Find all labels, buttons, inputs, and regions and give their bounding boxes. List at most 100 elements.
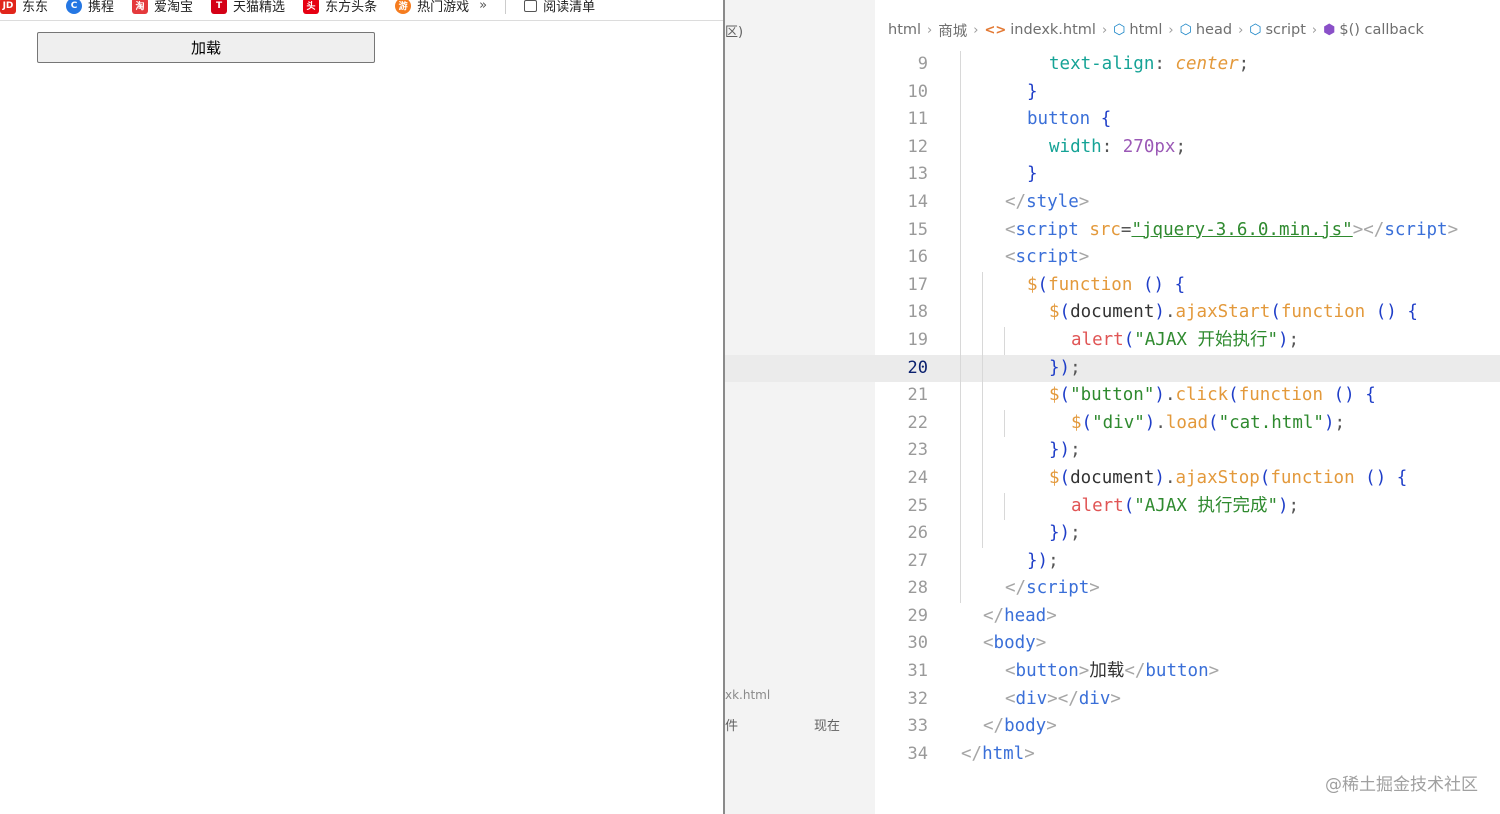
code-token: (	[1208, 412, 1219, 433]
code-token: .	[1164, 467, 1176, 488]
code-line[interactable]: 12 width: 270px;	[725, 133, 1500, 162]
breadcrumb-item-script[interactable]: ⬡ script	[1249, 22, 1306, 38]
code-token: >	[1024, 743, 1035, 764]
code-token: })	[1027, 550, 1049, 571]
bookmark-tmall[interactable]: T 天猫精选	[211, 0, 285, 15]
code-line[interactable]: 30 <body>	[725, 630, 1500, 658]
code-token: $	[1049, 467, 1060, 488]
code-token: button	[1027, 109, 1091, 130]
code-line[interactable]: 10}	[725, 78, 1500, 107]
ctrip-icon: C	[66, 0, 83, 14]
code-token: 270px	[1122, 136, 1176, 157]
indent-guide	[982, 437, 983, 465]
code-text: button {	[1027, 106, 1111, 134]
code-token: ajaxStop	[1175, 467, 1260, 488]
code-token: <	[1005, 661, 1016, 682]
code-text: });	[1049, 520, 1081, 548]
code-line[interactable]: 9 text-align: center;	[725, 51, 1500, 79]
code-token: style	[1026, 191, 1079, 212]
code-token: {	[1174, 274, 1186, 295]
code-line[interactable]: 14 </style>	[725, 188, 1500, 217]
code-line[interactable]: 15 <script src="jquery-3.6.0.min.js"></sc…	[725, 216, 1500, 245]
bookmark-label: 爱淘宝	[154, 0, 194, 15]
code-token: ;	[1288, 495, 1300, 516]
code-line[interactable]: 28 </script>	[725, 575, 1500, 603]
line-number: 28	[907, 578, 928, 599]
breadcrumb-item-html-folder[interactable]: html	[888, 22, 921, 38]
code-line[interactable]: 23});	[725, 437, 1500, 465]
line-number: 21	[907, 385, 928, 406]
indent-guide	[982, 299, 983, 327]
breadcrumb-item-head[interactable]: ⬡ head	[1180, 22, 1232, 38]
line-number: 10	[907, 81, 928, 102]
code-area[interactable]: 9 text-align: center; 10} 11 button {12 width…	[725, 51, 1500, 768]
code-token: <	[1005, 688, 1016, 709]
indent-guide	[960, 216, 961, 245]
code-line[interactable]: 24 $(document).ajaxStop(function () {	[725, 464, 1500, 493]
code-line[interactable]: 21 $("button").click(function () {	[725, 382, 1500, 410]
code-token: (	[1259, 467, 1271, 488]
line-number: 12	[907, 136, 928, 157]
code-token: </	[983, 605, 1005, 626]
code-line[interactable]: 17 $(function () {	[725, 271, 1500, 300]
code-token: =	[1120, 219, 1132, 240]
chevron-right-icon: ›	[1168, 22, 1174, 38]
code-token: body	[993, 633, 1036, 654]
code-line[interactable]: 16 <script>	[725, 244, 1500, 272]
code-token: "button"	[1070, 385, 1155, 406]
code-token: })	[1049, 523, 1071, 544]
breadcrumb-item-file[interactable]: <> indexk.html	[984, 22, 1096, 38]
code-line[interactable]: 27});	[725, 547, 1500, 576]
breadcrumb-item-folder[interactable]: 商城	[938, 20, 967, 41]
code-text: </body>	[983, 713, 1057, 741]
chevron-right-icon: ›	[927, 22, 933, 38]
code-line[interactable]: 20});	[725, 354, 1500, 383]
indent-guide	[960, 299, 961, 327]
element-icon: ⬡	[1179, 22, 1192, 38]
breadcrumb-item-html[interactable]: ⬡ html	[1113, 22, 1162, 38]
code-line[interactable]: 33 </body>	[725, 713, 1500, 741]
bookmark-game[interactable]: 游 热门游戏	[395, 0, 469, 15]
code-token: $	[1071, 412, 1082, 433]
code-token: ></	[1352, 219, 1385, 240]
code-line[interactable]: 34 </html>	[725, 741, 1500, 769]
bookmark-aitaobao[interactable]: 淘 爱淘宝	[132, 0, 193, 15]
line-number: 14	[907, 191, 928, 212]
code-token: script	[1384, 219, 1448, 240]
code-line[interactable]: 26});	[725, 520, 1500, 548]
breadcrumb-item-callback[interactable]: ⬢ $() callback	[1323, 22, 1424, 38]
code-token: function	[1280, 302, 1366, 323]
code-line[interactable]: 31 <button>加载</button>	[725, 658, 1500, 686]
bookmark-jd[interactable]: JD 东东	[0, 0, 48, 15]
code-line[interactable]: 13}	[725, 161, 1500, 189]
bookmark-label: 携程	[88, 0, 115, 15]
load-button[interactable]: 加载	[37, 32, 375, 63]
code-line[interactable]: 29 </head>	[725, 603, 1500, 631]
indent-guide	[960, 547, 961, 576]
bookmarks-more-button[interactable]: »	[479, 0, 487, 13]
code-token: (	[1270, 302, 1281, 323]
indent-guide	[960, 520, 961, 548]
code-token: {	[1365, 385, 1376, 406]
code-token: }	[1027, 81, 1038, 102]
bookmark-dftoutiao[interactable]: 头 东方头条	[303, 0, 377, 15]
code-line[interactable]: 32 <div></div>	[725, 686, 1500, 714]
code-line[interactable]: 19 alert("AJAX 开始执行");	[725, 326, 1500, 355]
code-token: )	[1154, 385, 1165, 406]
code-token: <	[983, 633, 994, 654]
bookmark-ctrip[interactable]: C 携程	[66, 0, 114, 15]
code-token: </	[1005, 191, 1027, 212]
line-number: 17	[907, 274, 928, 295]
code-token: <	[1005, 247, 1016, 268]
indent-guide	[960, 409, 961, 438]
code-line[interactable]: 11 button {	[725, 106, 1500, 134]
code-text: alert("AJAX 开始执行");	[1071, 327, 1299, 355]
code-line[interactable]: 22 $("div").load("cat.html");	[725, 409, 1500, 438]
code-text: </script>	[1005, 575, 1100, 603]
code-token: ;	[1238, 54, 1250, 74]
code-token: "jquery-3.6.0.min.js"	[1131, 219, 1353, 240]
reading-list-button[interactable]: 阅读清单	[524, 0, 595, 15]
line-number: 20	[907, 357, 928, 378]
code-line[interactable]: 25 alert("AJAX 执行完成");	[725, 492, 1500, 521]
code-line[interactable]: 18 $(document).ajaxStart(function () {	[725, 299, 1500, 327]
